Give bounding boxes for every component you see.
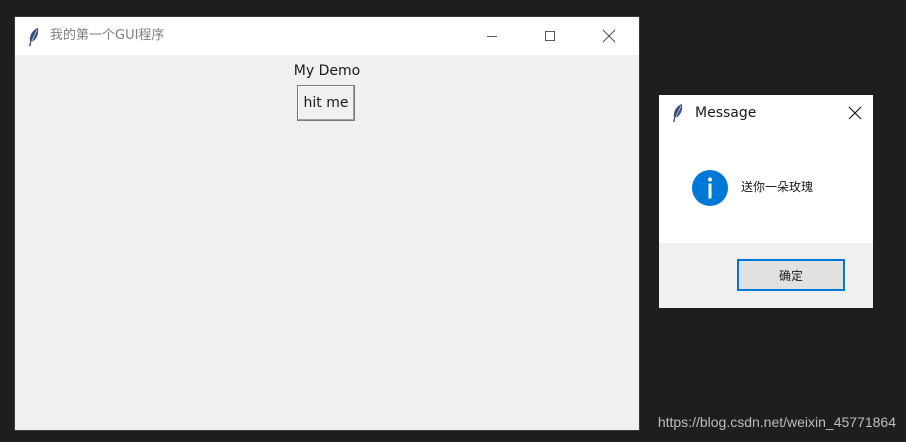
ok-button[interactable]: 确定 [737, 259, 845, 291]
main-window-titlebar[interactable]: 我的第一个GUI程序 [15, 17, 639, 55]
main-window: 我的第一个GUI程序 My Demo hit me [15, 17, 639, 430]
watermark: https://blog.csdn.net/weixin_45771864 [657, 414, 896, 430]
close-icon [602, 29, 616, 43]
demo-label: My Demo [293, 63, 361, 79]
close-icon [848, 106, 862, 120]
dialog-close-button[interactable] [837, 95, 873, 131]
dialog-footer: 确定 [659, 243, 873, 308]
feather-icon [673, 104, 683, 122]
close-button[interactable] [586, 17, 632, 55]
feather-icon [29, 28, 39, 46]
minimize-icon [487, 36, 497, 37]
maximize-button[interactable] [527, 17, 573, 55]
dialog-message: 送你一朵玫瑰 [741, 180, 814, 194]
info-icon [692, 170, 728, 206]
message-dialog: Message 送你一朵玫瑰 确定 [659, 95, 873, 308]
dialog-title: Message [695, 105, 757, 121]
minimize-button[interactable] [469, 17, 515, 55]
hit-me-button[interactable]: hit me [297, 85, 355, 121]
maximize-icon [545, 31, 555, 41]
window-title: 我的第一个GUI程序 [50, 28, 165, 43]
